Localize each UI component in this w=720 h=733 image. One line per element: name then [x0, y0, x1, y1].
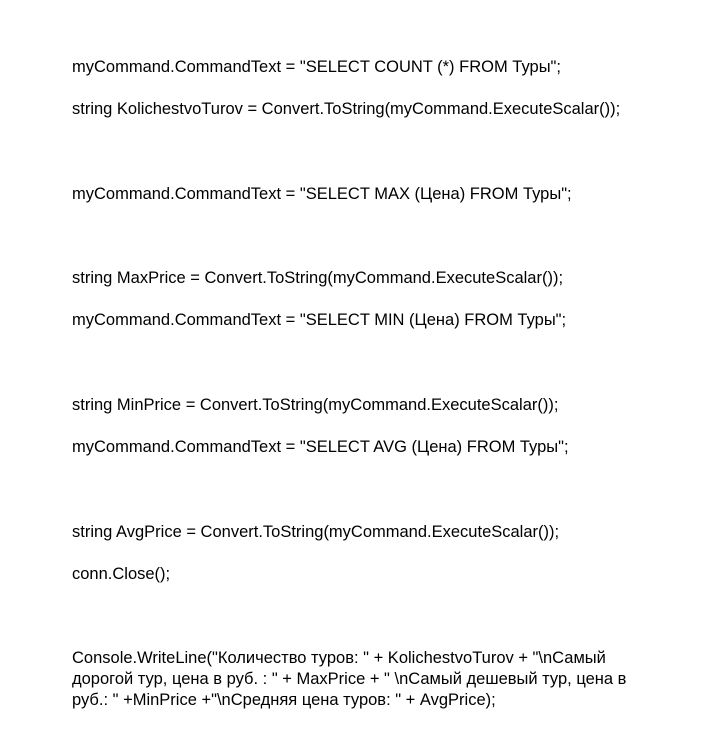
blank-line — [72, 479, 648, 500]
blank-line — [72, 142, 648, 163]
code-line: string MinPrice = Convert.ToString(myCom… — [72, 395, 648, 416]
code-line: Console.WriteLine("Количество туров: " +… — [72, 648, 648, 711]
code-line: myCommand.CommandText = "SELECT MAX (Цен… — [72, 184, 648, 205]
blank-line — [72, 353, 648, 374]
code-line: string KolichestvoTurov = Convert.ToStri… — [72, 99, 648, 120]
code-line: string MaxPrice = Convert.ToString(myCom… — [72, 268, 648, 289]
code-snippet: myCommand.CommandText = "SELECT COUNT (*… — [72, 36, 648, 733]
code-line: myCommand.CommandText = "SELECT MIN (Цен… — [72, 310, 648, 331]
blank-line — [72, 226, 648, 247]
code-line: myCommand.CommandText = "SELECT COUNT (*… — [72, 57, 648, 78]
blank-line — [72, 606, 648, 627]
code-line: string AvgPrice = Convert.ToString(myCom… — [72, 522, 648, 543]
code-line: conn.Close(); — [72, 564, 648, 585]
code-line: myCommand.CommandText = "SELECT AVG (Цен… — [72, 437, 648, 458]
